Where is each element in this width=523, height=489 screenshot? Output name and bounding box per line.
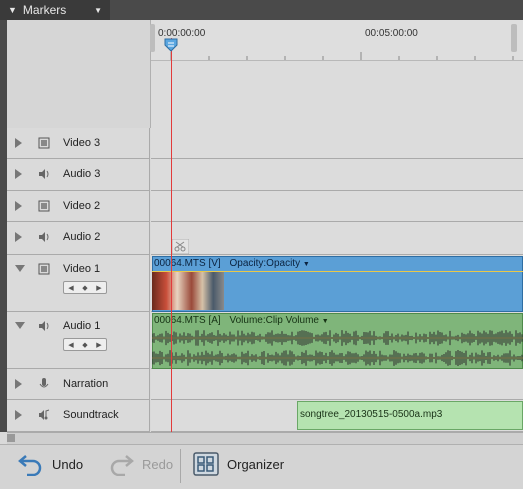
- track-label-soundtrack: Soundtrack: [63, 409, 119, 421]
- organizer-icon: [193, 452, 219, 476]
- scissors-icon[interactable]: [172, 239, 189, 254]
- add-keyframe-icon[interactable]: ◆: [82, 284, 87, 292]
- microphone-icon: [39, 378, 49, 388]
- audio-clip-title[interactable]: 00064.MTS [A] Volume:Clip Volume ▼: [154, 315, 329, 326]
- soundtrack-clip-title: songtree_20130515-0500a.mp3: [300, 409, 443, 420]
- effect-dropdown-icon[interactable]: ▼: [303, 261, 310, 268]
- scrollbar-thumb[interactable]: [7, 434, 15, 442]
- track-body-video-2[interactable]: [151, 191, 523, 222]
- track-label-audio-3: Audio 3: [63, 168, 101, 180]
- ruler-end-bracket: [511, 24, 517, 52]
- film-icon: [38, 137, 50, 149]
- track-label-audio-1: Audio 1: [63, 320, 101, 332]
- expand-triangle-icon[interactable]: [15, 138, 22, 148]
- audio-clip-name: 00064.MTS [A]: [154, 315, 221, 326]
- redo-icon: [110, 455, 134, 476]
- audio-clip-effect[interactable]: Volume:Clip Volume: [229, 315, 319, 326]
- undo-label: Undo: [52, 456, 84, 472]
- track-header-video-2[interactable]: Video 2: [7, 191, 150, 222]
- collapse-triangle-icon[interactable]: [15, 265, 25, 272]
- expand-triangle-icon[interactable]: [15, 169, 22, 179]
- speaker-icon: [39, 169, 49, 179]
- track-header-soundtrack[interactable]: Soundtrack: [7, 400, 150, 432]
- track-header-video-3[interactable]: Video 3: [7, 128, 150, 159]
- collapse-arrow-icon: ▼: [8, 5, 17, 15]
- video-clip-title[interactable]: 00064.MTS [V] Opacity:Opacity ▼: [154, 258, 310, 269]
- track-header-audio-1[interactable]: Audio 1 ◀ ◆ ▶: [7, 312, 150, 369]
- track-body-audio-2[interactable]: [151, 222, 523, 255]
- collapse-triangle-icon[interactable]: [15, 322, 25, 329]
- track-label-audio-2: Audio 2: [63, 231, 101, 243]
- redo-button[interactable]: Redo: [108, 452, 173, 476]
- ruler-time-mid: 00:05:00:00: [365, 28, 418, 39]
- undo-icon: [18, 455, 42, 476]
- prev-keyframe-icon[interactable]: ◀: [68, 341, 73, 349]
- expand-triangle-icon[interactable]: [15, 201, 22, 211]
- timeline-header-left: [7, 20, 151, 128]
- track-body-video-3[interactable]: [151, 128, 523, 159]
- video-clip-thumbnail: [152, 272, 224, 310]
- expand-triangle-icon[interactable]: [15, 410, 22, 420]
- playhead-handle-icon[interactable]: [164, 38, 178, 52]
- track-header-video-1[interactable]: Video 1 ◀ ◆ ▶: [7, 255, 150, 312]
- track-header-audio-3[interactable]: Audio 3: [7, 159, 150, 191]
- redo-label: Redo: [142, 456, 174, 472]
- track-label-video-1: Video 1: [63, 263, 101, 275]
- playhead-line[interactable]: [171, 38, 172, 432]
- speaker-icon: [39, 232, 49, 242]
- organizer-button[interactable]: Organizer: [193, 452, 284, 476]
- film-icon: [38, 263, 50, 275]
- undo-button[interactable]: Undo: [18, 452, 83, 476]
- markers-title: Markers: [22, 3, 67, 17]
- expand-triangle-icon[interactable]: [15, 232, 22, 242]
- track-body-audio-3[interactable]: [151, 159, 523, 191]
- add-keyframe-icon[interactable]: ◆: [82, 341, 87, 349]
- keyframe-controls[interactable]: ◀ ◆ ▶: [63, 338, 107, 351]
- track-label-video-2: Video 2: [63, 200, 101, 212]
- video-clip-name: 00064.MTS [V]: [154, 258, 221, 269]
- track-label-video-3: Video 3: [63, 137, 101, 149]
- left-frame: [0, 20, 7, 432]
- music-note-icon: [39, 409, 50, 420]
- track-body-narration[interactable]: [151, 369, 523, 400]
- effect-dropdown-icon[interactable]: ▼: [322, 318, 329, 325]
- next-keyframe-icon[interactable]: ▶: [96, 284, 101, 292]
- ruler-ticks: [170, 52, 514, 60]
- track-label-narration: Narration: [63, 378, 109, 390]
- toolbar-divider: [180, 449, 181, 483]
- next-keyframe-icon[interactable]: ▶: [96, 341, 101, 349]
- organizer-label: Organizer: [227, 456, 285, 472]
- ruler-start-bracket: [150, 24, 155, 52]
- speaker-icon: [39, 321, 49, 331]
- video-clip-effect[interactable]: Opacity:Opacity: [229, 258, 300, 269]
- expand-triangle-icon[interactable]: [15, 379, 22, 389]
- markers-menu-caret-icon[interactable]: ▼: [94, 6, 102, 15]
- audio-waveform: [152, 330, 523, 366]
- film-icon: [38, 200, 50, 212]
- track-header-audio-2[interactable]: Audio 2: [7, 222, 150, 255]
- prev-keyframe-icon[interactable]: ◀: [68, 284, 73, 292]
- timeline-empty-area: [151, 61, 523, 128]
- markers-panel-toggle[interactable]: ▼ Markers ▼: [0, 0, 110, 20]
- keyframe-controls[interactable]: ◀ ◆ ▶: [63, 281, 107, 294]
- track-header-narration[interactable]: Narration: [7, 369, 150, 400]
